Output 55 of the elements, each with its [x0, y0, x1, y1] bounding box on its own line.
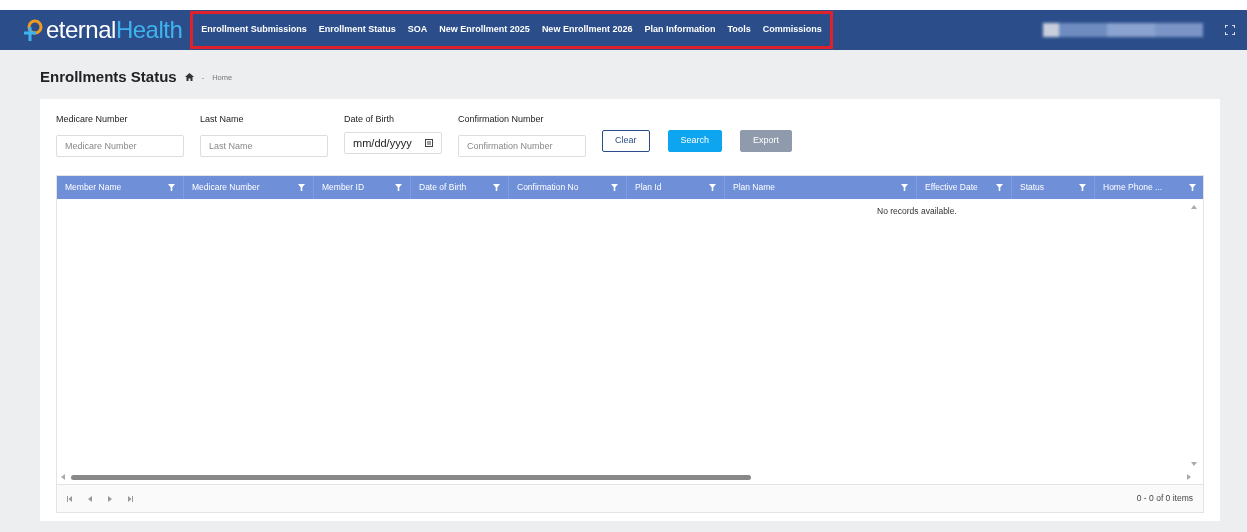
- filter-icon: [1079, 184, 1086, 191]
- nav-link[interactable]: New Enrollment 2026: [541, 23, 633, 37]
- previous-page-icon[interactable]: [88, 495, 92, 502]
- action-button[interactable]: Clear: [602, 129, 650, 152]
- first-page-icon[interactable]: [67, 495, 72, 502]
- scroll-left-icon: [61, 474, 65, 480]
- filter-icon: [709, 184, 716, 191]
- nav-link[interactable]: Tools: [727, 23, 751, 37]
- filter-icon: [1189, 184, 1196, 191]
- nav-link[interactable]: Commissions: [762, 23, 822, 37]
- nav-link[interactable]: Plan Information: [644, 23, 716, 37]
- date-field[interactable]: mm/dd/yyyy: [344, 132, 442, 154]
- nav-link[interactable]: New Enrollment 2025: [439, 23, 530, 37]
- nav-link[interactable]: Enrollment Submissions: [201, 23, 307, 37]
- scrollbar-thumb[interactable]: [71, 474, 751, 480]
- action-button[interactable]: Export: [740, 129, 793, 152]
- last-page-icon[interactable]: [128, 495, 133, 502]
- filter-icon: [395, 184, 402, 191]
- column-header[interactable]: Medicare Number: [184, 176, 314, 199]
- filter-icon: [901, 184, 908, 191]
- input-field[interactable]: Confirmation Number: [458, 135, 586, 157]
- empty-message: No records available.: [877, 205, 957, 218]
- next-page-icon[interactable]: [108, 495, 112, 502]
- fullscreen-icon[interactable]: [1225, 25, 1235, 35]
- page-title: Enrollments Status: [40, 67, 177, 87]
- brand-logo[interactable]: eternalHealth: [20, 12, 183, 48]
- filter-icon: [168, 184, 175, 191]
- column-header[interactable]: Member ID: [314, 176, 411, 199]
- column-header[interactable]: Status: [1012, 176, 1095, 199]
- field-label: Medicare Number: [56, 112, 129, 126]
- column-header[interactable]: Home Phone ...: [1095, 176, 1203, 199]
- filter-icon: [611, 184, 618, 191]
- filter-icon: [298, 184, 305, 191]
- nav-link[interactable]: SOA: [407, 23, 428, 37]
- column-header[interactable]: Effective Date: [917, 176, 1012, 199]
- field-label: Confirmation Number: [458, 112, 545, 126]
- nav-link[interactable]: Enrollment Status: [318, 23, 396, 37]
- scroll-down-icon: [1191, 462, 1197, 466]
- scroll-right-icon: [1187, 474, 1191, 480]
- column-header[interactable]: Plan Id: [627, 176, 725, 199]
- column-header[interactable]: Plan Name: [725, 176, 917, 199]
- input-field[interactable]: Last Name: [200, 135, 328, 157]
- scroll-up-icon: [1191, 205, 1197, 209]
- action-button[interactable]: Search: [667, 129, 723, 152]
- column-header[interactable]: Confirmation No: [509, 176, 627, 199]
- field-label: Last Name: [200, 112, 245, 126]
- column-header[interactable]: Date of Birth: [411, 176, 509, 199]
- pager-info: 0 - 0 of 0 items: [1136, 492, 1193, 505]
- input-field[interactable]: Medicare Number: [56, 135, 184, 157]
- filter-icon: [493, 184, 500, 191]
- calendar-icon: [425, 139, 433, 147]
- field-label: Date of Birth: [344, 112, 396, 126]
- home-icon: [184, 73, 194, 82]
- column-header[interactable]: Member Name: [57, 176, 184, 199]
- filter-icon: [996, 184, 1003, 191]
